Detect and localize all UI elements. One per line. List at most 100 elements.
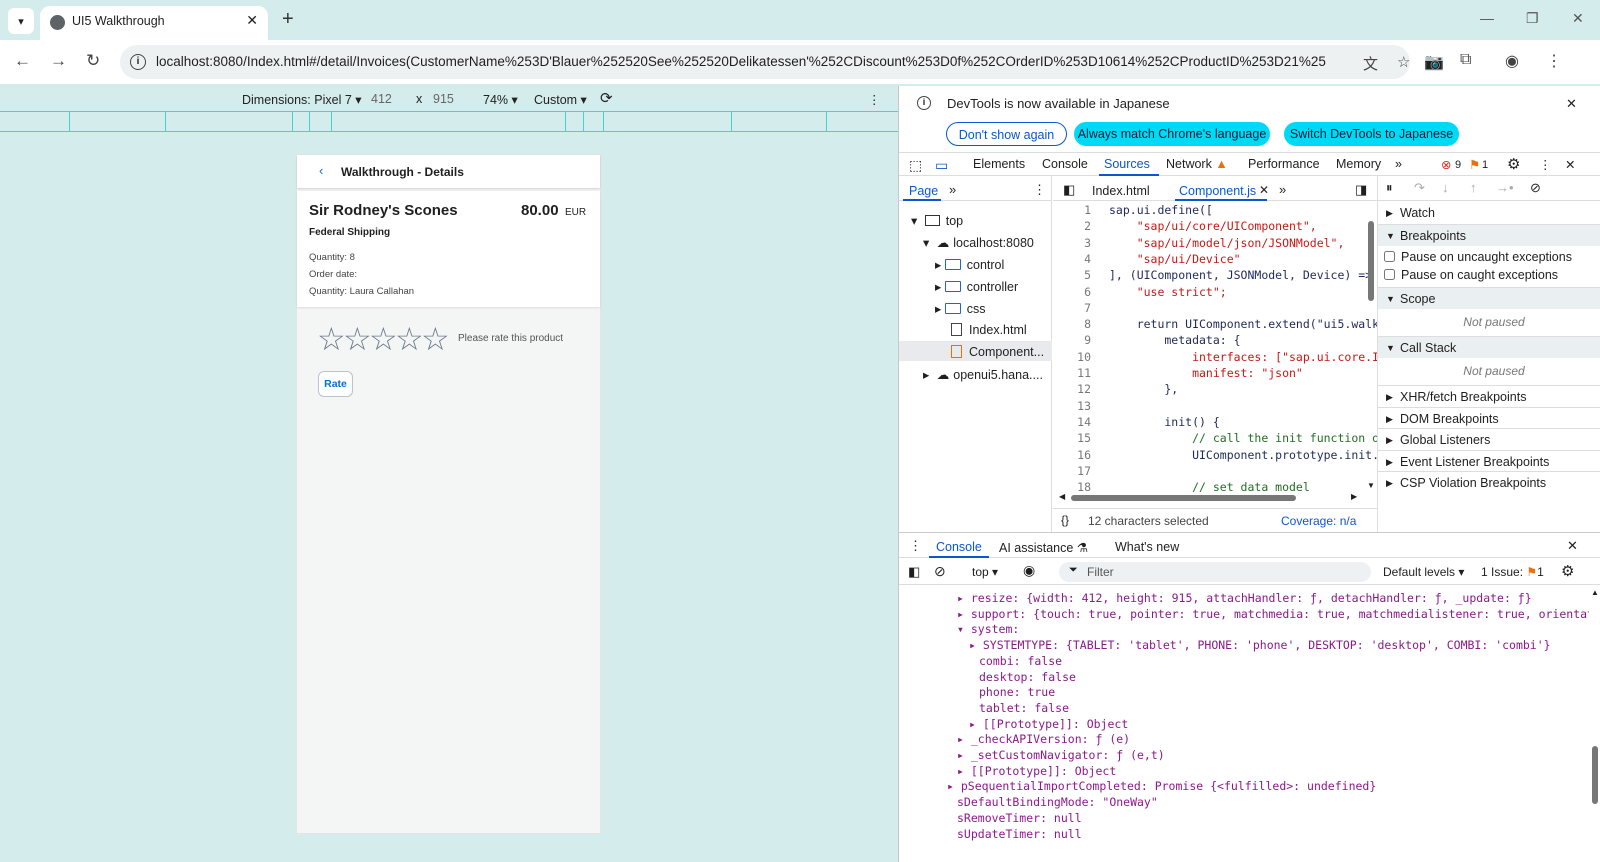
pause-caught-option[interactable]: Pause on caught exceptions [1378,264,1600,286]
event-listener-section[interactable]: ▶ Event Listener Breakpoints [1378,450,1600,472]
clear-console-icon[interactable]: ⊘ [934,563,946,580]
back-arrow-icon[interactable]: ← [14,51,31,71]
line-number[interactable]: 6 [1053,285,1091,299]
console-scroll-up-icon[interactable]: ▲ [1591,588,1599,597]
tab-sources[interactable]: Sources [1104,157,1150,171]
deactivate-breakpoints-icon[interactable]: ⊘ [1530,180,1541,196]
xhr-breakpoints-section[interactable]: ▶ XHR/fetch Breakpoints [1378,385,1600,407]
tree-controller[interactable]: ▸ controller [935,279,1018,294]
line-number[interactable]: 17 [1053,464,1091,478]
console-line[interactable]: sUpdateTimer: null [957,827,1082,841]
bookmark-star-icon[interactable]: ☆ [1397,53,1410,71]
browser-tab[interactable]: UI5 Walkthrough ✕ [40,6,268,40]
dimensions-select[interactable]: Dimensions: Pixel 7 ▾ [242,92,362,107]
tab-network[interactable]: Network ▲ [1166,157,1228,171]
breakpoints-section[interactable]: ▼ Breakpoints [1378,224,1600,246]
inspect-element-icon[interactable]: ⬚ [909,157,922,174]
live-expression-eye-icon[interactable]: ◉ [1023,562,1035,579]
new-tab-plus-icon[interactable]: + [282,8,294,31]
console-scrollbar[interactable]: ▲ [1589,586,1600,846]
switch-language-button[interactable]: Switch DevTools to Japanese [1284,122,1459,146]
context-select[interactable]: top ▾ [972,565,998,579]
toggle-debugger-icon[interactable]: ◨ [1355,182,1367,198]
settings-gear-icon[interactable]: ⚙ [1507,155,1520,173]
drawer-tab-console[interactable]: Console [936,540,982,554]
pause-uncaught-checkbox[interactable] [1384,251,1395,262]
issue-flag-icon[interactable]: ⚑ [1469,157,1480,172]
maximize-icon[interactable]: ❐ [1526,10,1539,27]
line-number[interactable]: 5 [1053,268,1091,282]
console-line[interactable]: ▸ [[Prototype]]: Object [969,717,1128,731]
v-scroll-thumb[interactable] [1368,221,1374,301]
tab-elements[interactable]: Elements [973,157,1025,171]
watch-section[interactable]: ▶ Watch [1378,202,1600,224]
tab-console[interactable]: Console [1042,157,1088,171]
step-into-icon[interactable]: ↓ [1442,180,1449,195]
star-2-icon[interactable]: ☆ [343,323,372,355]
close-file-tab-icon[interactable]: ✕ [1259,183,1269,197]
pretty-print-icon[interactable]: {} [1061,513,1069,527]
line-number[interactable]: 14 [1053,415,1091,429]
line-number[interactable]: 9 [1053,333,1091,347]
scroll-left-icon[interactable]: ◀ [1059,492,1065,501]
nav-back-icon[interactable]: ‹ [319,163,323,178]
line-number[interactable]: 7 [1053,301,1091,315]
console-sidebar-icon[interactable]: ◧ [908,564,920,580]
console-line[interactable]: phone: true [979,685,1055,699]
drawer-tab-whats-new[interactable]: What's new [1115,540,1179,554]
line-number[interactable]: 4 [1053,252,1091,266]
console-line[interactable]: ▸ _checkAPIVersion: ƒ (e) [957,732,1130,746]
scroll-down-icon[interactable]: ▼ [1367,481,1375,490]
console-line[interactable]: ▸ _setCustomNavigator: ƒ (e,t) [957,748,1165,762]
line-number[interactable]: 13 [1053,399,1091,413]
tab-performance[interactable]: Performance [1248,157,1320,171]
star-5-icon[interactable]: ☆ [421,323,450,355]
tab-memory[interactable]: Memory [1336,157,1381,171]
line-number[interactable]: 12 [1053,382,1091,396]
scroll-right-icon[interactable]: ▶ [1351,492,1357,501]
page-tab[interactable]: Page [909,184,938,198]
close-drawer-icon[interactable]: ✕ [1567,538,1578,554]
step-out-icon[interactable]: ↑ [1470,180,1477,195]
match-language-button[interactable]: Always match Chrome's language [1074,122,1270,146]
tree-top[interactable]: ▾ top [911,213,963,228]
star-3-icon[interactable]: ☆ [369,323,398,355]
horizontal-scrollbar[interactable]: ◀ ▶ [1053,492,1377,504]
console-scroll-thumb[interactable] [1592,746,1598,804]
console-line[interactable]: combi: false [979,654,1062,668]
drawer-tab-ai[interactable]: AI assistance ⚗ [999,540,1088,555]
omnibox[interactable]: i localhost:8080/Index.html#/detail/Invo… [120,45,1410,79]
issue-count[interactable]: 1 [1482,159,1488,171]
h-scroll-thumb[interactable] [1071,495,1296,501]
height-input[interactable]: 915 [433,92,454,106]
editor-tab-index[interactable]: Index.html [1092,184,1150,198]
forward-arrow-icon[interactable]: → [50,51,67,71]
console-line[interactable]: ▾ system: [957,622,1019,636]
console-line[interactable]: sRemoveTimer: null [957,811,1082,825]
close-window-icon[interactable]: ✕ [1572,10,1584,27]
coverage-status[interactable]: Coverage: n/a [1281,514,1356,528]
throttle-select[interactable]: Custom ▾ [534,92,587,107]
media-query-ruler[interactable] [0,112,898,132]
pause-caught-checkbox[interactable] [1384,269,1395,280]
console-line[interactable]: desktop: false [979,670,1076,684]
tree-control[interactable]: ▸ control [935,257,1004,272]
line-number[interactable]: 10 [1053,350,1091,364]
close-banner-icon[interactable]: ✕ [1566,96,1577,112]
rotate-icon[interactable]: ⟳ [600,89,613,107]
console-line[interactable]: ▸ pSequentialImportCompleted: Promise {<… [947,779,1376,793]
reload-icon[interactable]: ↻ [86,51,100,71]
tree-index-html[interactable]: Index.html [951,323,1027,337]
translate-icon[interactable]: 文 [1363,53,1378,74]
editor-tab-component[interactable]: Component.js [1179,184,1256,198]
navigator-more-icon[interactable]: » [949,182,956,197]
step-icon[interactable]: →• [1496,180,1514,195]
tree-css[interactable]: ▸ css [935,301,986,316]
console-line[interactable]: tablet: false [979,701,1069,715]
browser-menu-icon[interactable]: ⋮ [1546,51,1562,71]
error-count[interactable]: 9 [1455,159,1461,171]
error-icon[interactable]: ⊗ [1441,157,1451,172]
line-number[interactable]: 16 [1053,448,1091,462]
line-number[interactable]: 15 [1053,431,1091,445]
devtools-menu-icon[interactable]: ⋮ [1539,157,1552,172]
